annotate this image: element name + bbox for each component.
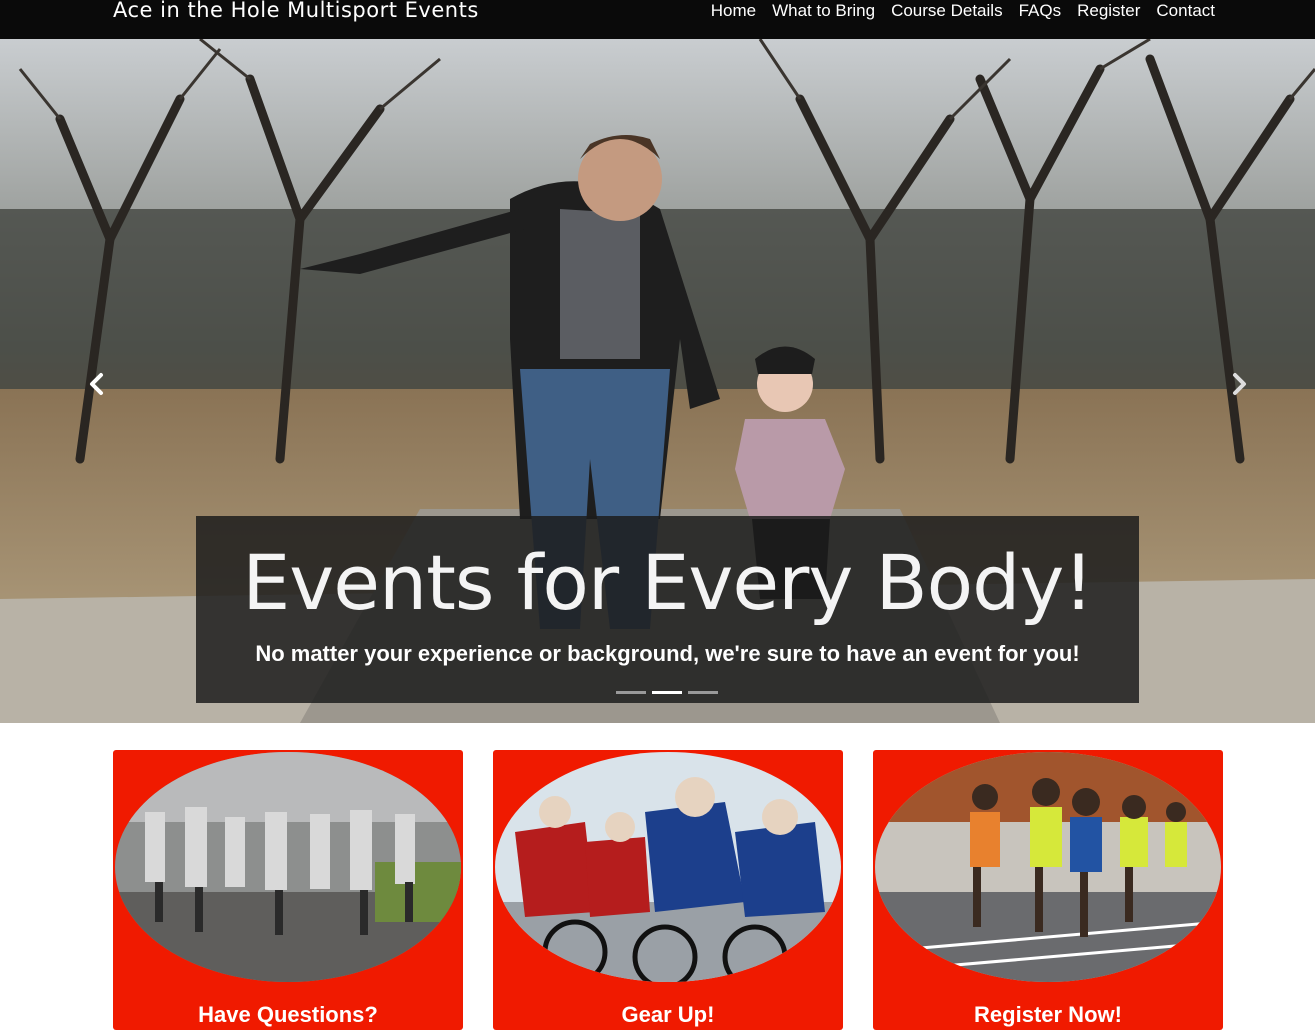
navbar: Ace in the Hole Multisport Events Home W… [0, 0, 1315, 39]
card-register-now[interactable]: Register Now! [873, 750, 1223, 1030]
carousel-indicator-1[interactable] [616, 691, 646, 694]
card-image-marathon [875, 752, 1221, 982]
nav-contact[interactable]: Contact [1156, 0, 1215, 22]
brand-logo-link[interactable]: Ace in the Hole Multisport Events [113, 0, 479, 24]
hero-title: Events for Every Body! [242, 538, 1094, 627]
nav-faqs[interactable]: FAQs [1019, 0, 1062, 22]
carousel-next-button[interactable] [1228, 369, 1252, 399]
nav-what-to-bring[interactable]: What to Bring [772, 0, 875, 22]
chevron-left-icon [90, 373, 103, 395]
card-questions[interactable]: Have Questions? [113, 750, 463, 1030]
carousel-caption: Events for Every Body! No matter your ex… [196, 516, 1139, 703]
card-title: Register Now! [974, 1002, 1122, 1027]
chevron-right-icon [1233, 373, 1246, 395]
card-image-race-start [115, 752, 461, 982]
nav-home[interactable]: Home [711, 0, 756, 22]
carousel-indicator-3[interactable] [688, 691, 718, 694]
nav-links: Home What to Bring Course Details FAQs R… [711, 0, 1215, 22]
carousel-indicators [616, 691, 718, 694]
card-title: Have Questions? [198, 1002, 378, 1027]
carousel-prev-button[interactable] [84, 369, 108, 399]
hero-carousel: Events for Every Body! No matter your ex… [0, 39, 1315, 723]
card-title: Gear Up! [621, 1002, 715, 1027]
nav-register[interactable]: Register [1077, 0, 1140, 22]
card-image-cyclists [495, 752, 841, 982]
carousel-indicator-2[interactable] [652, 691, 682, 694]
hero-subtitle: No matter your experience or background,… [255, 641, 1080, 666]
card-gear-up[interactable]: Gear Up! [493, 750, 843, 1030]
nav-course-details[interactable]: Course Details [891, 0, 1003, 22]
